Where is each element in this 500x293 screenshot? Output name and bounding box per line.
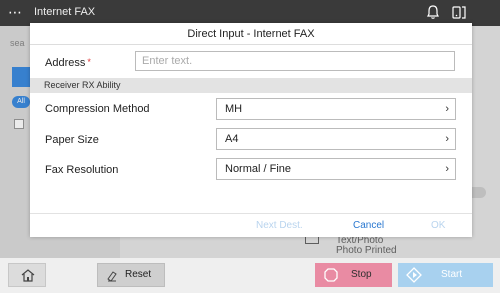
- stop-label: Stop: [351, 269, 372, 280]
- bell-icon[interactable]: [424, 3, 442, 21]
- dialog-footer: Next Dest. Cancel OK: [30, 213, 472, 237]
- start-button[interactable]: Start: [398, 263, 493, 287]
- chevron-right-icon: ›: [445, 133, 449, 145]
- reset-button[interactable]: Reset: [97, 263, 165, 287]
- stop-button[interactable]: Stop: [315, 263, 392, 287]
- cancel-button[interactable]: Cancel: [353, 220, 384, 231]
- chevron-right-icon: ›: [445, 103, 449, 115]
- ok-button[interactable]: OK: [431, 220, 445, 231]
- fax-resolution-value: Normal / Fine: [225, 163, 292, 175]
- home-icon: [21, 269, 35, 282]
- reset-label: Reset: [125, 269, 152, 280]
- section-header: Receiver RX Ability: [30, 78, 472, 93]
- home-button[interactable]: [8, 263, 46, 287]
- menu-icon[interactable]: ⋯: [8, 4, 23, 21]
- required-mark: *: [87, 57, 91, 67]
- compression-method-label: Compression Method: [45, 103, 150, 115]
- paper-size-label: Paper Size: [45, 134, 99, 146]
- address-label: Address *: [45, 57, 91, 69]
- address-input[interactable]: [135, 51, 455, 71]
- compression-method-value: MH: [225, 103, 243, 115]
- direct-input-dialog: Direct Input - Internet FAX Address* Rec…: [30, 23, 472, 237]
- start-icon: [406, 267, 422, 283]
- fax-resolution-label: Fax Resolution: [45, 164, 119, 176]
- start-label: Start: [441, 269, 463, 280]
- paper-size-select[interactable]: A4 ›: [216, 128, 456, 150]
- paper-size-value: A4: [225, 133, 239, 145]
- dialog-title: Direct Input - Internet FAX: [30, 23, 472, 45]
- compression-method-select[interactable]: MH ›: [216, 98, 456, 120]
- app-title: Internet FAX: [34, 6, 96, 18]
- chevron-right-icon: ›: [445, 163, 449, 175]
- bottom-bar: Reset Stop Start: [0, 258, 500, 293]
- eraser-icon: [107, 271, 117, 282]
- next-dest-button[interactable]: Next Dest.: [256, 220, 303, 231]
- phone-icon[interactable]: [450, 3, 468, 21]
- address-label-text: Address: [45, 57, 86, 69]
- stop-icon: [324, 268, 338, 282]
- fax-resolution-select[interactable]: Normal / Fine ›: [216, 158, 456, 180]
